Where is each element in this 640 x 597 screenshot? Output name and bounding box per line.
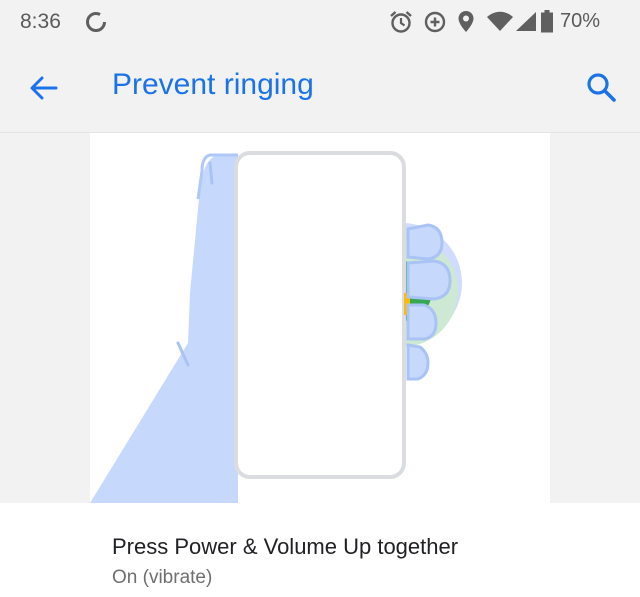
status-time: 8:36	[20, 10, 61, 33]
gesture-illustration	[90, 133, 550, 503]
status-icons: 70%	[388, 9, 618, 35]
sync-icon	[84, 10, 108, 39]
setting-row-press-power-volume-up[interactable]: Press Power & Volume Up together On (vib…	[0, 503, 640, 597]
status-bar: 8:36 70%	[0, 0, 640, 44]
arrow-back-icon	[30, 76, 58, 100]
alarm-icon	[388, 9, 414, 40]
back-button[interactable]	[28, 72, 60, 104]
data-saver-icon	[422, 9, 448, 40]
location-icon	[454, 9, 478, 40]
setting-title: Press Power & Volume Up together	[112, 534, 459, 559]
settings-list: Press Power & Volume Up together On (vib…	[0, 503, 640, 597]
signal-icon	[514, 9, 538, 40]
search-icon	[587, 73, 616, 102]
search-button[interactable]	[584, 70, 618, 104]
app-bar: Prevent ringing	[0, 44, 640, 133]
wifi-icon	[486, 9, 514, 40]
battery-icon	[540, 9, 554, 40]
battery-percentage: 70%	[560, 10, 601, 32]
page-title: Prevent ringing	[112, 68, 314, 101]
setting-summary: On (vibrate)	[112, 567, 213, 588]
